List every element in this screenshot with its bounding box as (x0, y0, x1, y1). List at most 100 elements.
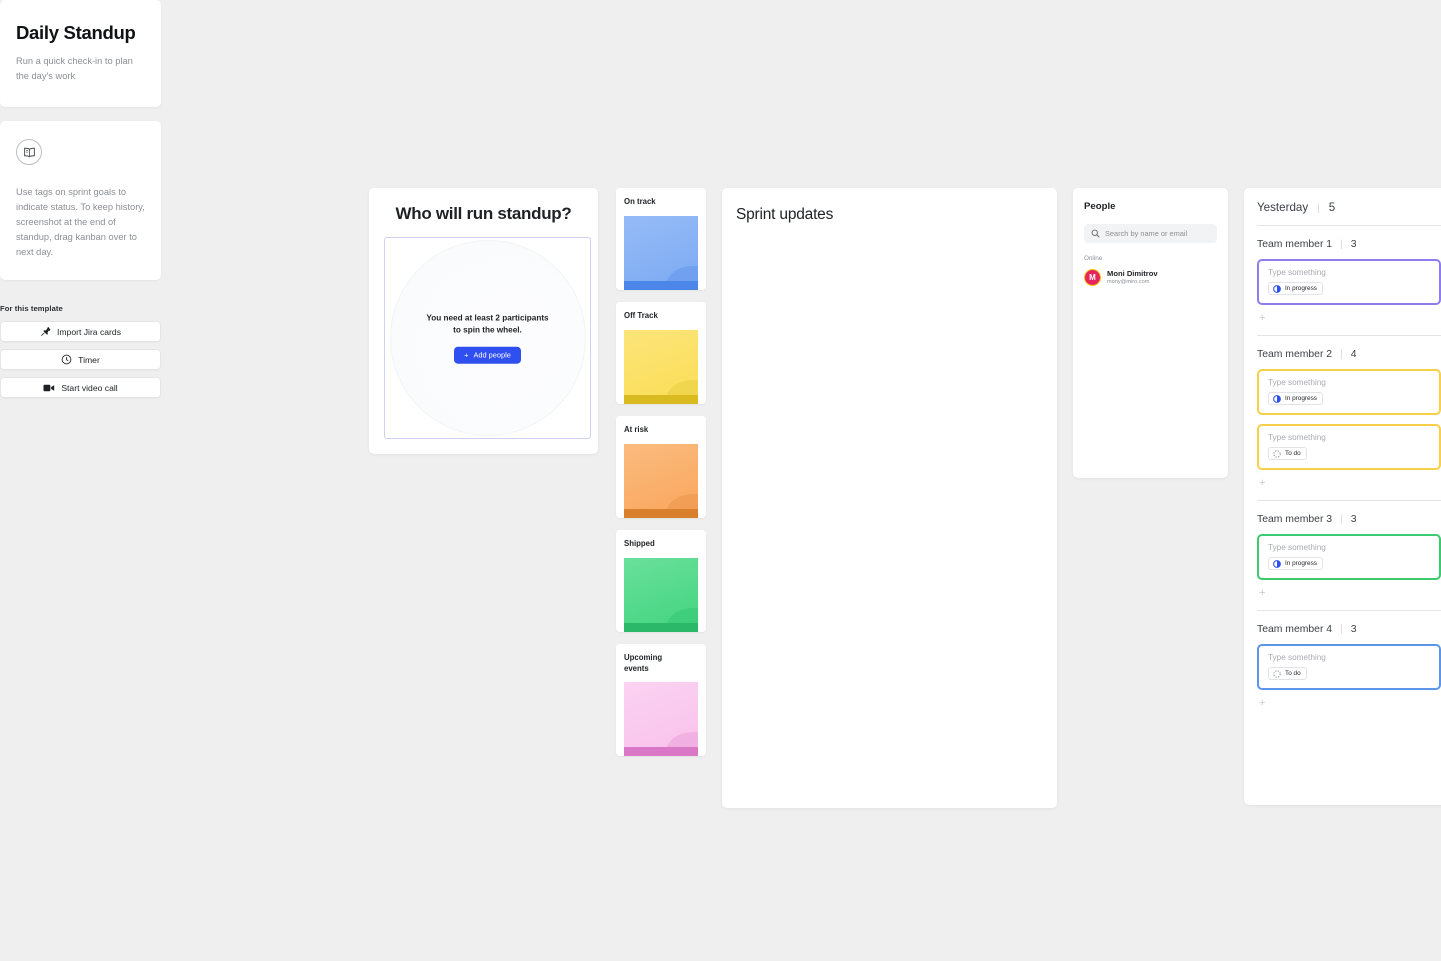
board-title-card: Daily Standup Run a quick check-in to pl… (0, 0, 161, 107)
sticky-note[interactable] (624, 444, 698, 518)
online-section-label: Online (1084, 255, 1217, 262)
kanban-member-list: Team member 1|3Type somethingIn progress… (1257, 239, 1441, 709)
add-people-button[interactable]: + Add people (454, 346, 521, 363)
kanban-member-header: Team member 4|3 (1257, 624, 1441, 635)
sticky-note[interactable] (624, 558, 698, 632)
kanban-member-header: Team member 1|3 (1257, 239, 1441, 250)
wheel-message: You need at least 2 participants to spin… (423, 313, 553, 338)
video-camera-icon (43, 383, 55, 393)
info-column: Daily Standup Run a quick check-in to pl… (0, 0, 161, 398)
status-badge[interactable]: In progress (1268, 557, 1323, 570)
sticky-legend-card[interactable]: Shipped (616, 530, 706, 632)
half-circle-icon (1273, 560, 1281, 568)
jira-pin-icon (40, 326, 51, 337)
kanban-member-count: 3 (1351, 624, 1357, 635)
status-badge-label: To do (1285, 670, 1301, 677)
sticky-legend-label: Off Track (624, 311, 698, 322)
kanban-member-header: Team member 3|3 (1257, 514, 1441, 525)
tips-card: Use tags on sprint goals to indicate sta… (0, 121, 161, 280)
kanban-member-name: Team member 4 (1257, 624, 1332, 635)
kanban-member-name: Team member 1 (1257, 239, 1332, 250)
kanban-member-count: 4 (1351, 349, 1357, 360)
for-this-template-label: For this template (0, 304, 161, 313)
divider (1257, 225, 1441, 226)
dotted-circle-icon (1273, 670, 1281, 678)
page-title: Daily Standup (16, 22, 145, 43)
kanban-task-placeholder[interactable]: Type something (1268, 543, 1430, 552)
sticky-legend-label: On track (624, 197, 698, 208)
kanban-day-header: Yesterday | 5 (1257, 201, 1441, 214)
import-jira-cards-button[interactable]: Import Jira cards (0, 321, 161, 342)
sticky-note[interactable] (624, 216, 698, 290)
avatar: M (1084, 269, 1101, 286)
kanban-task-placeholder[interactable]: Type something (1268, 653, 1430, 662)
status-badge[interactable]: To do (1268, 667, 1307, 680)
status-badge-label: In progress (1285, 395, 1317, 402)
sticky-note-strip (624, 395, 698, 404)
people-panel: People Search by name or email Online M … (1073, 188, 1228, 478)
add-task-button[interactable]: + (1257, 587, 1441, 599)
kanban-member-count: 3 (1351, 514, 1357, 525)
kanban-task-card[interactable]: Type something In progress (1257, 534, 1441, 580)
kanban-member-name: Team member 2 (1257, 349, 1332, 360)
people-panel-title: People (1084, 201, 1217, 212)
add-task-button[interactable]: + (1257, 697, 1441, 709)
sticky-note-strip (624, 281, 698, 290)
search-icon (1091, 229, 1100, 238)
kanban-task-placeholder[interactable]: Type something (1268, 378, 1430, 387)
sticky-note-strip (624, 747, 698, 756)
sticky-note[interactable] (624, 330, 698, 404)
wheel-empty-state: You need at least 2 participants to spin… (423, 313, 553, 364)
status-badge[interactable]: In progress (1268, 392, 1323, 405)
kanban-member-name: Team member 3 (1257, 514, 1332, 525)
timer-button[interactable]: Timer (0, 349, 161, 370)
sticky-legend-label: Shipped (624, 539, 698, 550)
sticky-legend-card[interactable]: Upcoming events (616, 644, 706, 756)
status-badge-label: To do (1285, 450, 1301, 457)
status-badge-label: In progress (1285, 560, 1317, 567)
kanban-member-divider: | (1340, 349, 1343, 360)
sticky-legend-label: At risk (624, 425, 698, 436)
sprint-updates-panel[interactable]: Sprint updates (722, 188, 1057, 808)
sticky-note[interactable] (624, 682, 698, 756)
person-name: Moni Dimitrov (1107, 269, 1158, 278)
kanban-task-placeholder[interactable]: Type something (1268, 433, 1430, 442)
start-video-call-button[interactable]: Start video call (0, 377, 161, 398)
divider (1257, 500, 1441, 501)
sticky-legend-card[interactable]: Off Track (616, 302, 706, 404)
kanban-panel[interactable]: Yesterday | 5 Team member 1|3Type someth… (1244, 188, 1441, 805)
add-people-label: Add people (473, 350, 510, 359)
kanban-task-card[interactable]: Type something To do (1257, 424, 1441, 470)
kanban-day-label: Yesterday (1257, 201, 1308, 214)
status-badge-label: In progress (1285, 285, 1317, 292)
add-task-button[interactable]: + (1257, 477, 1441, 489)
divider (1257, 335, 1441, 336)
kanban-member-header: Team member 2 | 4 (1257, 349, 1441, 360)
sticky-legend-card[interactable]: On track (616, 188, 706, 290)
add-task-button[interactable]: + (1257, 312, 1441, 324)
people-search-input[interactable]: Search by name or email (1084, 224, 1217, 243)
wheel-title: Who will run standup? (384, 204, 583, 224)
sticky-legend-card[interactable]: At risk (616, 416, 706, 518)
kanban-task-card[interactable]: Type something To do (1257, 644, 1441, 690)
sprint-updates-title: Sprint updates (736, 206, 1043, 224)
kanban-task-card[interactable]: Type something In progress (1257, 259, 1441, 305)
kanban-task-card[interactable]: Type something In progress (1257, 369, 1441, 415)
miro-board-canvas[interactable]: Daily Standup Run a quick check-in to pl… (0, 0, 1441, 961)
plus-icon: + (464, 350, 468, 359)
person-email: mony@miro.com (1107, 279, 1158, 286)
status-badge[interactable]: In progress (1268, 282, 1323, 295)
half-circle-icon (1273, 395, 1281, 403)
wheel-area[interactable]: You need at least 2 participants to spin… (384, 237, 591, 439)
timer-label: Timer (78, 355, 100, 365)
sticky-note-strip (624, 509, 698, 518)
tips-text: Use tags on sprint goals to indicate sta… (16, 185, 145, 260)
list-item[interactable]: M Moni Dimitrov mony@miro.com (1084, 269, 1217, 286)
status-badge[interactable]: To do (1268, 447, 1307, 460)
kanban-day-count: 5 (1329, 201, 1335, 214)
kanban-day-divider: | (1317, 203, 1320, 214)
kanban-task-placeholder[interactable]: Type something (1268, 268, 1430, 277)
board-subtitle: Run a quick check-in to plan the day's w… (16, 54, 145, 83)
import-jira-cards-label: Import Jira cards (57, 327, 121, 337)
spin-wheel-panel: Who will run standup? You need at least … (369, 188, 598, 454)
